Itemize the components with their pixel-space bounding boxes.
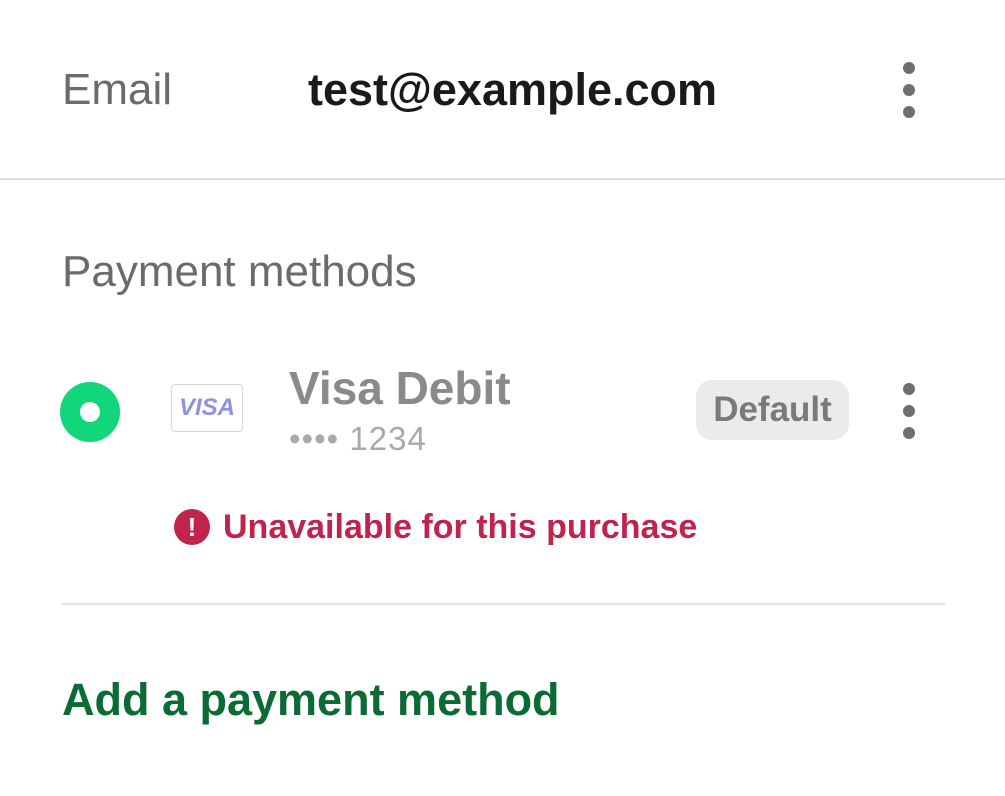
card-more-options-icon[interactable] (899, 383, 919, 439)
card-error-message: ! Unavailable for this purchase (174, 506, 697, 548)
visa-logo-text: VISA (178, 394, 235, 421)
kebab-dot (903, 383, 915, 395)
visa-logo-icon: VISA (171, 384, 243, 432)
kebab-dot (903, 106, 915, 118)
email-value: test@example.com (308, 64, 718, 115)
payment-methods-title: Payment methods (62, 247, 417, 296)
card-number-masked: •••• 1234 (289, 420, 427, 457)
kebab-dot (903, 427, 915, 439)
kebab-dot (903, 62, 915, 74)
card-name: Visa Debit (289, 362, 511, 414)
error-circle-icon: ! (174, 509, 210, 545)
payment-method-radio[interactable] (60, 382, 120, 442)
kebab-dot (903, 405, 915, 417)
add-payment-method-link[interactable]: Add a payment method (62, 672, 560, 728)
email-more-options-icon[interactable] (899, 62, 919, 118)
email-row: Email test@example.com (0, 0, 1005, 180)
kebab-dot (903, 84, 915, 96)
radio-selected-icon (80, 402, 100, 422)
error-text: Unavailable for this purchase (223, 508, 698, 546)
email-label: Email (62, 65, 173, 114)
divider (62, 603, 945, 605)
default-badge: Default (696, 380, 849, 440)
